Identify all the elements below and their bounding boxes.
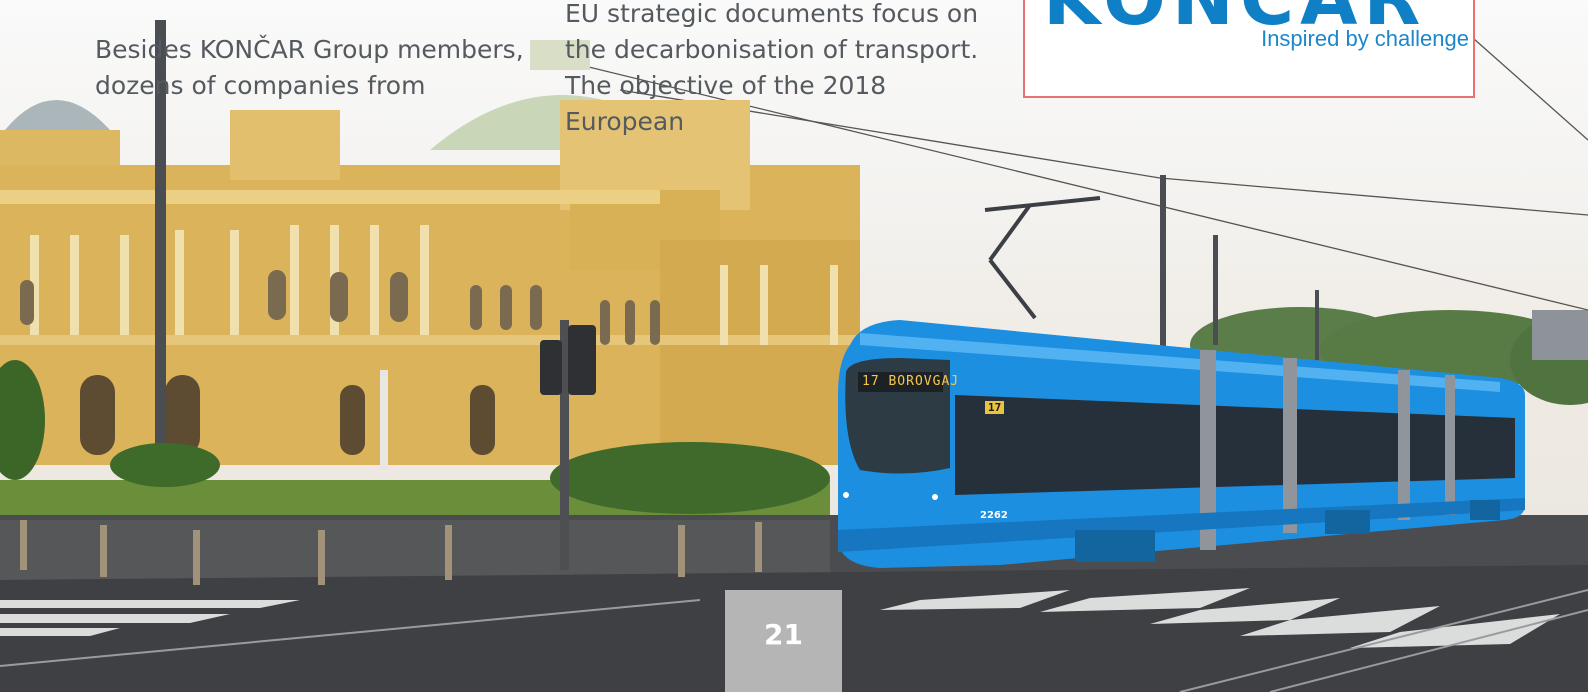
body-text-left: Besides KONČAR Group members, dozens of … — [95, 35, 524, 100]
page-number: 21 — [725, 590, 842, 692]
koncar-logo: KONČAR Inspired by challenge — [1023, 0, 1475, 98]
brochure-page: 17 BOROVGAJ 17 2262 Besides KONČAR Group… — [0, 0, 1588, 692]
body-text-right: EU strategic documents focus on the deca… — [565, 0, 979, 136]
tram-fleet-number: 2262 — [980, 510, 1008, 521]
tram-route-number: 17 — [985, 401, 1005, 414]
tram-destination-display: 17 BOROVGAJ — [862, 374, 960, 389]
logo-tagline: Inspired by challenge — [1261, 26, 1469, 51]
